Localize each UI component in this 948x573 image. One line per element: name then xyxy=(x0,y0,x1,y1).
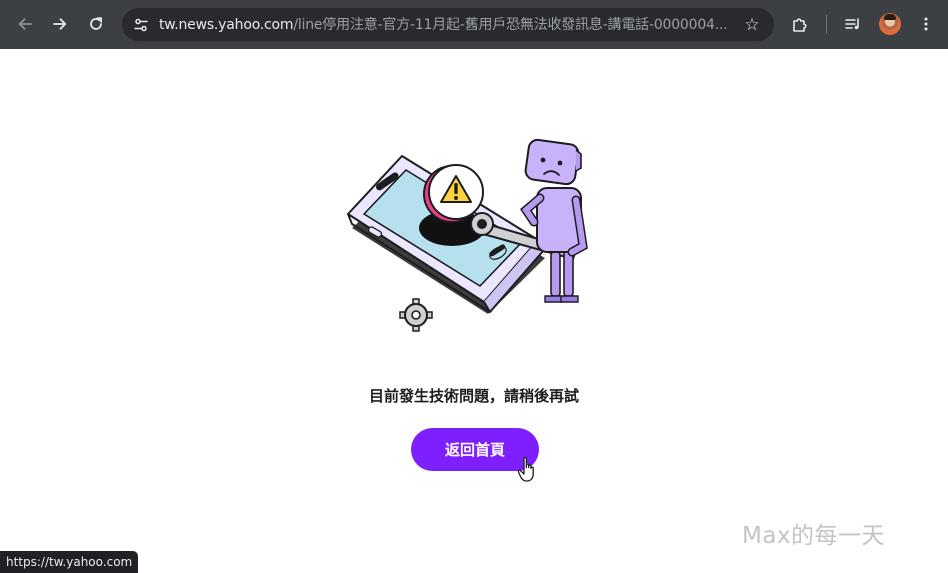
browser-toolbar: tw.news.yahoo.com/line停用注意-官方-11月起-舊用戶恐無… xyxy=(0,0,948,49)
url-text[interactable]: tw.news.yahoo.com/line停用注意-官方-11月起-舊用戶恐無… xyxy=(159,16,729,34)
reload-button[interactable] xyxy=(82,10,110,38)
watermark: Max的每一天 xyxy=(742,523,886,549)
url-host: tw.news.yahoo.com xyxy=(159,17,294,33)
star-icon: ☆ xyxy=(744,15,760,35)
media-controls-button[interactable] xyxy=(839,10,867,38)
broken-phone-robot-illustration xyxy=(347,138,588,332)
toolbar-separator xyxy=(826,15,827,34)
site-info-button[interactable] xyxy=(128,12,154,38)
arrow-right-icon xyxy=(53,18,67,30)
error-message: 目前發生技術問題，請稍後再試 xyxy=(368,387,579,405)
reload-icon xyxy=(90,17,102,30)
back-button[interactable] xyxy=(11,10,39,38)
forward-button[interactable] xyxy=(46,10,74,38)
address-bar[interactable]: tw.news.yahoo.com/line停用注意-官方-11月起-舊用戶恐無… xyxy=(122,8,774,41)
bookmark-button[interactable]: ☆ xyxy=(740,13,764,37)
kebab-menu-icon xyxy=(924,17,928,31)
arrow-left-icon xyxy=(18,18,32,30)
media-queue-icon xyxy=(845,18,859,30)
gear-icon xyxy=(399,298,433,332)
link-status-bubble: https://tw.yahoo.com xyxy=(0,551,139,573)
puzzle-icon xyxy=(793,18,807,32)
browser-menu-button[interactable] xyxy=(912,10,940,38)
extensions-button[interactable] xyxy=(786,10,814,38)
url-path: /line停用注意-官方-11月起-舊用戶恐無法收發訊息-講電話-0000004… xyxy=(293,17,728,33)
profile-avatar[interactable] xyxy=(879,13,901,35)
hand-cursor-icon xyxy=(517,456,534,482)
tune-icon xyxy=(134,18,148,32)
